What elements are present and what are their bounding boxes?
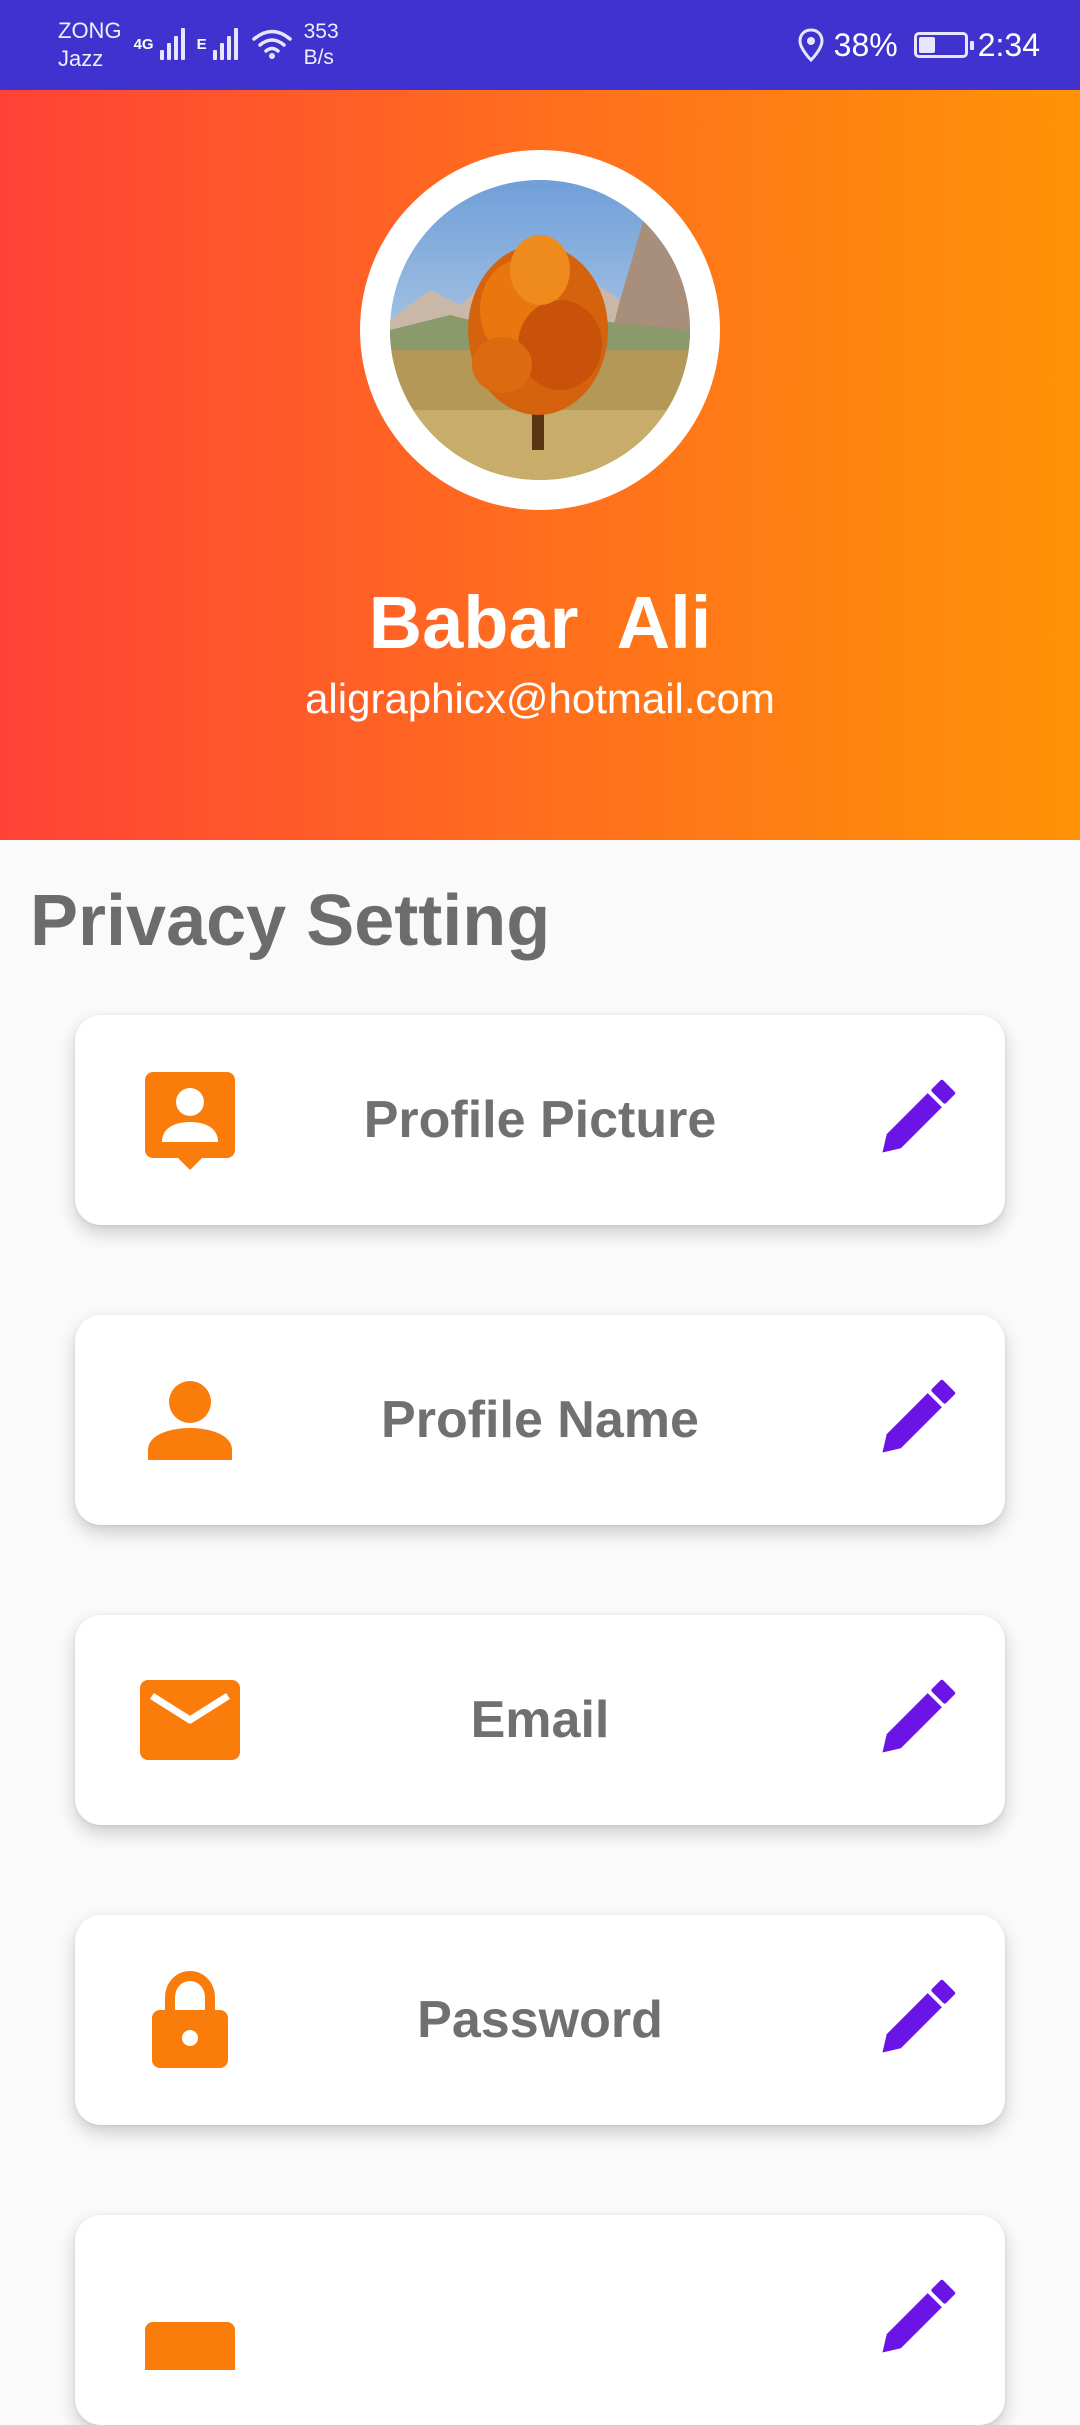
wifi-icon — [251, 29, 292, 59]
edit-pencil-icon[interactable] — [865, 1070, 965, 1170]
edit-pencil-icon[interactable] — [865, 2270, 965, 2370]
setting-card-more[interactable] — [75, 2215, 1005, 2425]
profile-header: Babar Ali aligraphicx@hotmail.com — [0, 90, 1080, 840]
setting-card-profile-name[interactable]: Profile Name — [75, 1315, 1005, 1525]
carrier-secondary: Jazz — [58, 46, 104, 71]
profile-email: aligraphicx@hotmail.com — [305, 675, 775, 722]
location-icon — [798, 28, 824, 62]
network-speed-unit: B/s — [303, 46, 334, 69]
profile-name: Babar Ali — [368, 581, 712, 664]
network-type-label: E — [196, 36, 207, 53]
setting-card-password[interactable]: Password — [75, 1915, 1005, 2125]
avatar-image — [390, 180, 690, 480]
section-title: Privacy Setting — [30, 881, 551, 961]
battery-icon — [913, 32, 974, 58]
battery-level-fill — [918, 37, 936, 53]
avatar[interactable] — [360, 150, 720, 510]
signal-icon — [212, 26, 238, 60]
autumn-tree-landscape-image — [390, 180, 690, 480]
status-bar: ZONG Jazz 4G E 353 B/s 38% 2:34 — [0, 0, 1080, 90]
edit-pencil-icon[interactable] — [865, 1670, 965, 1770]
network-speed: 353 B/s — [304, 19, 339, 71]
signal-sim1: 4G — [134, 26, 185, 64]
signal-sim2: E — [197, 26, 238, 64]
network-type-label: 4G — [133, 36, 154, 53]
carrier-info: ZONG Jazz — [58, 17, 122, 73]
network-speed-value: 353 — [303, 20, 339, 43]
setting-card-email[interactable]: Email — [75, 1615, 1005, 1825]
clock: 2:34 — [977, 26, 1040, 63]
status-right: 38% 2:34 — [798, 27, 1040, 64]
signal-icon — [159, 26, 185, 60]
edit-pencil-icon[interactable] — [865, 1370, 965, 1470]
setting-card-profile-picture[interactable]: Profile Picture — [75, 1015, 1005, 1225]
carrier-primary: ZONG — [58, 18, 122, 43]
edit-pencil-icon[interactable] — [865, 1970, 965, 2070]
battery-percent: 38% — [833, 26, 898, 63]
